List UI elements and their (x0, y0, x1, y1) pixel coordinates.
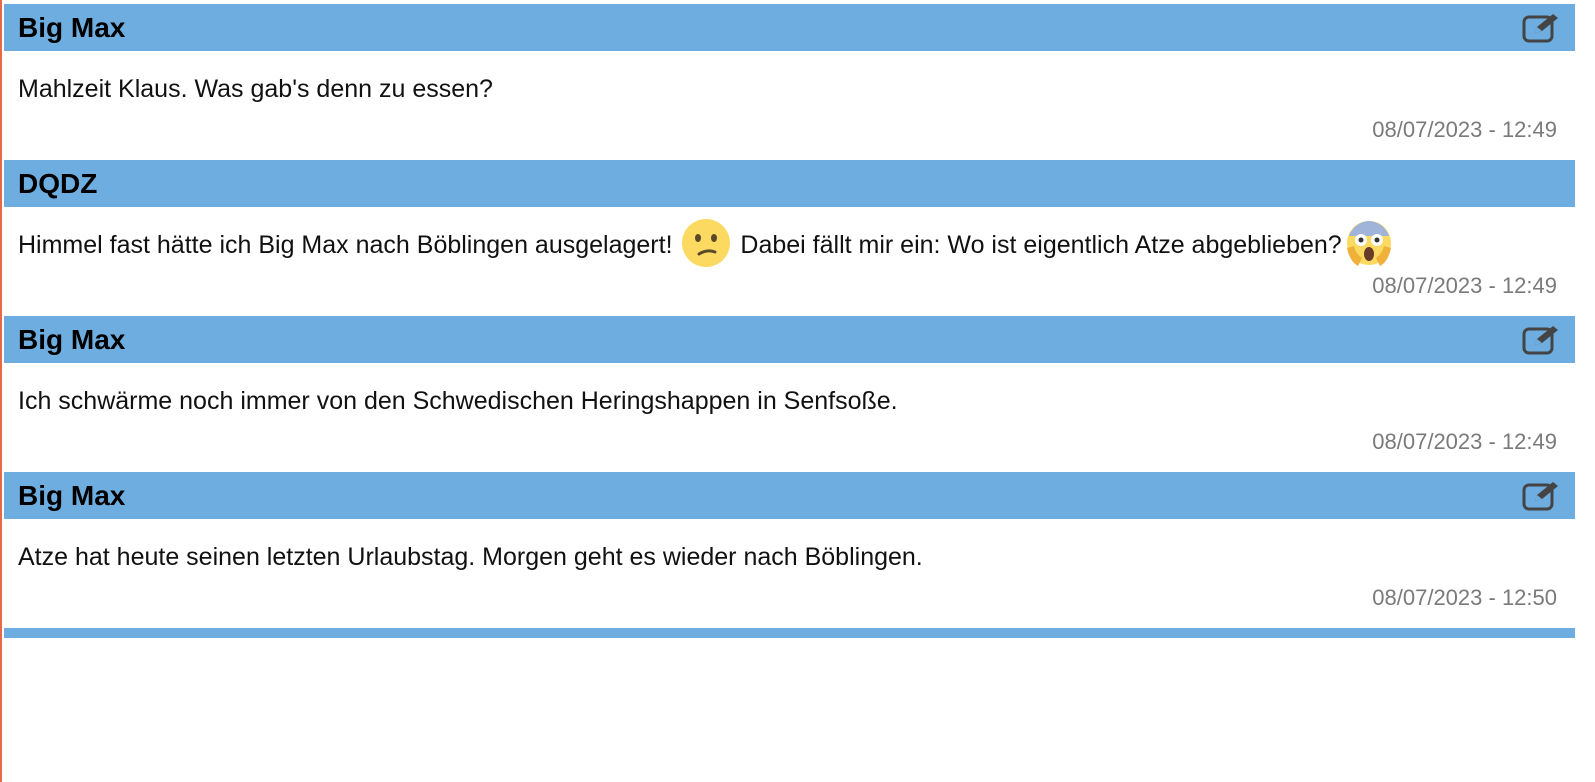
message-item: DQDZ Himmel fast hätte ich Big Max nach … (4, 160, 1575, 316)
message-text-part: Dabei fällt mir ein: Wo ist eigentlich A… (733, 231, 1342, 259)
message-item: Big Max Ich schwärme noch immer von den … (4, 316, 1575, 472)
message-text: Atze hat heute seinen letzten Urlaubstag… (18, 543, 923, 571)
message-timestamp: 08/07/2023 - 12:49 (1372, 273, 1557, 298)
message-author: DQDZ (18, 167, 98, 199)
confused-face-icon (682, 219, 731, 268)
message-item: Big Max Atze hat heute seinen letzten Ur… (4, 472, 1575, 628)
left-border (0, 0, 2, 782)
message-header: Big Max (4, 316, 1575, 363)
edit-icon[interactable] (1521, 480, 1561, 512)
message-timestamp: 08/07/2023 - 12:50 (1372, 585, 1557, 610)
next-message-header (4, 628, 1575, 638)
edit-icon[interactable] (1521, 12, 1561, 44)
face-screaming-in-fear-icon (1346, 221, 1391, 267)
message-author: Big Max (18, 323, 126, 355)
edit-icon[interactable] (1521, 324, 1561, 356)
message-header: Big Max (4, 4, 1575, 51)
message-header: Big Max (4, 472, 1575, 519)
message-timestamp: 08/07/2023 - 12:49 (1372, 117, 1557, 142)
message-text: Ich schwärme noch immer von den Schwedis… (18, 387, 898, 415)
message-feed: Big Max Mahlzeit Klaus. Was gab's denn z… (4, 4, 1575, 638)
message-author: Big Max (18, 11, 126, 43)
message-timestamp: 08/07/2023 - 12:49 (1372, 429, 1557, 454)
message-text: Mahlzeit Klaus. Was gab's denn zu essen? (18, 75, 493, 103)
message-header: DQDZ (4, 160, 1575, 207)
message-author: Big Max (18, 479, 126, 511)
message-text-part: Himmel fast hätte ich Big Max nach Böbli… (18, 231, 680, 259)
message-item: Big Max Mahlzeit Klaus. Was gab's denn z… (4, 4, 1575, 160)
message-text: Himmel fast hätte ich Big Max nach Böbli… (4, 201, 1575, 271)
